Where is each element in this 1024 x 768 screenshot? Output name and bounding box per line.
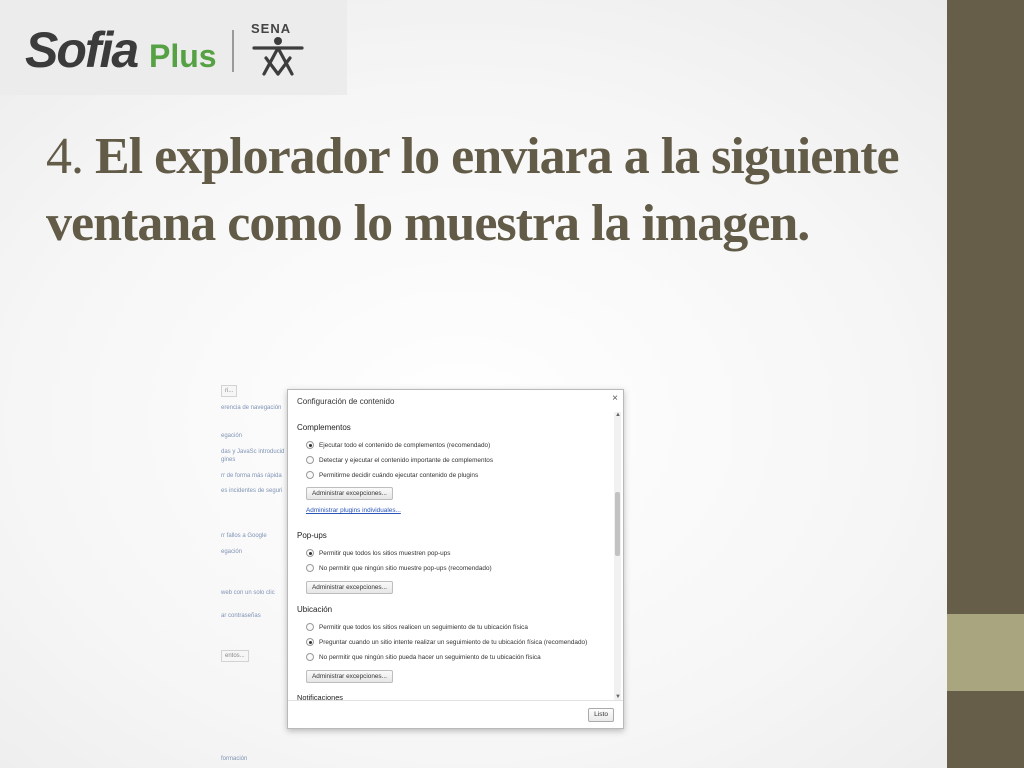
option-click-to-play[interactable]: Permitirme decidir cuándo ejecutar conte… [306,471,478,479]
section-complementos-heading: Complementos [297,423,351,432]
bg-line: egación [221,549,243,555]
bg-line: es incidentes de seguri [221,488,283,494]
logo-sofia-text: Sofia [25,22,139,78]
bg-line: erencia de navegación [221,405,282,411]
option-allow-popups[interactable]: Permitir que todos los sitios muestren p… [306,549,450,557]
option-ask-location[interactable]: Preguntar cuando un sitio intente realiz… [306,638,587,646]
radio-icon[interactable] [306,456,314,464]
sena-logo-icon [252,37,304,76]
radio-icon[interactable] [306,653,314,661]
sidebar-accent-light [947,614,1024,691]
dialog-footer-divider [288,700,623,701]
section-popups-heading: Pop-ups [297,531,327,540]
option-run-all-plugins[interactable]: Ejecutar todo el contenido de complement… [306,441,490,449]
logo-divider [232,30,234,72]
option-label: No permitir que ningún sitio muestre pop… [319,564,492,572]
radio-selected-icon[interactable] [306,549,314,557]
dialog-title: Configuración de contenido [297,397,395,406]
done-button[interactable]: Listo [588,708,614,722]
option-label: Detectar y ejecutar el contenido importa… [319,456,494,464]
content-settings-dialog: Configuración de contenido × ▲ ▼ Complem… [287,389,624,729]
option-label: Permitirme decidir cuándo ejecutar conte… [319,471,479,479]
manage-exceptions-location-button[interactable]: Administrar excepciones... [306,670,393,683]
manage-exceptions-plugins-button[interactable]: Administrar excepciones... [306,487,393,500]
bg-button: ri... [221,385,238,397]
close-icon[interactable]: × [612,393,618,404]
bg-line: gines [221,457,236,463]
background-settings-page: ri... erencia de navegación egación das … [221,383,291,768]
bg-line: ar contraseñas [221,613,261,619]
option-label: Permitir que todos los sitios muestren p… [319,549,451,557]
option-label: Ejecutar todo el contenido de complement… [319,441,491,449]
bg-button: entos... [221,650,249,662]
manage-individual-plugins-link[interactable]: Administrar plugins individuales... [306,507,401,514]
scroll-thumb[interactable] [615,492,620,556]
option-detect-important-plugins[interactable]: Detectar y ejecutar el contenido importa… [306,456,493,464]
radio-selected-icon[interactable] [306,638,314,646]
slide-title-text: El explorador lo enviara a la siguiente … [46,128,900,252]
manage-exceptions-popups-button[interactable]: Administrar excepciones... [306,581,393,594]
bg-line: das y JavaSc introducid [221,449,285,455]
radio-icon[interactable] [306,471,314,479]
bg-line: egación [221,433,243,439]
radio-selected-icon[interactable] [306,441,314,449]
slide-number: 4. [46,128,84,185]
slide-title: 4. El explorador lo enviara a la siguien… [46,123,946,257]
logo-banner: Sofia Plus SENA [0,0,347,95]
bg-line: formación [221,756,248,762]
option-block-location[interactable]: No permitir que ningún sitio pueda hacer… [306,653,541,661]
radio-icon[interactable] [306,623,314,631]
radio-icon[interactable] [306,564,314,572]
scroll-up-icon[interactable]: ▲ [615,412,621,418]
dialog-scrollbar[interactable]: ▲ ▼ [614,412,621,700]
option-block-popups[interactable]: No permitir que ningún sitio muestre pop… [306,564,492,572]
option-allow-location[interactable]: Permitir que todos los sitios realicen u… [306,623,528,631]
bg-line: web con un solo clic [221,590,275,596]
bg-line: rr de forma más rápida [221,473,282,479]
section-ubicacion-heading: Ubicación [297,605,333,614]
logo-plus-text: Plus [149,38,217,74]
bg-line: rr fallos a Google [221,533,267,539]
option-label: No permitir que ningún sitio pueda hacer… [319,653,541,661]
option-label: Preguntar cuando un sitio intente realiz… [319,638,588,646]
option-label: Permitir que todos los sitios realicen u… [319,623,528,631]
